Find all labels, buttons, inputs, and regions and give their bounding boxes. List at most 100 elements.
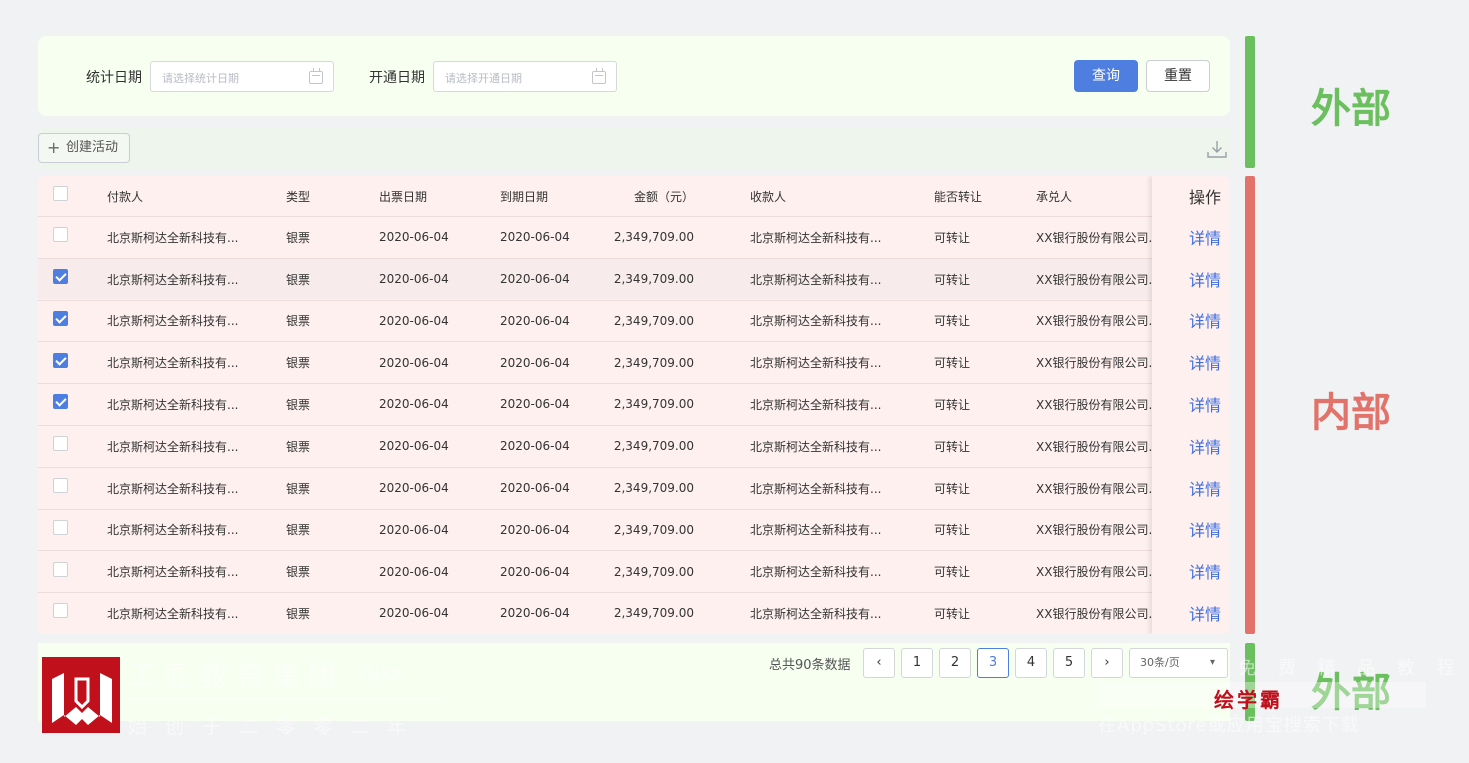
acceptor-cell: XX银行股份有限公司...: [1036, 439, 1160, 454]
issue-date-cell: 2020-06-04: [379, 313, 449, 328]
amount-cell: 2,349,709.00: [613, 230, 694, 245]
table-toolbar: + 创建活动: [38, 128, 1230, 170]
inner-region-bar: [1245, 176, 1255, 634]
type-cell: 银票: [286, 314, 311, 329]
page-button-2[interactable]: 2: [939, 648, 971, 678]
row-checkbox[interactable]: [53, 269, 68, 285]
due-date-cell: 2020-06-04: [500, 397, 570, 412]
acceptor-cell: XX银行股份有限公司...: [1036, 565, 1160, 580]
transferable-cell: 可转让: [934, 397, 971, 412]
row-checkbox[interactable]: [53, 561, 68, 577]
watermark-divider: [128, 698, 446, 700]
detail-link[interactable]: 详情: [1189, 467, 1221, 509]
payee-cell: 北京斯柯达全新科技有...: [750, 565, 882, 580]
table-row[interactable]: 北京斯柯达全新科技有... 银票 2020-06-04 2020-06-04 2,349…: [38, 383, 1230, 425]
transferable-cell: 可转让: [934, 230, 971, 245]
row-checkbox[interactable]: [53, 310, 68, 326]
table-row[interactable]: 北京斯柯达全新科技有... 银票 2020-06-04 2020-06-04 2,349…: [38, 550, 1230, 592]
create-activity-button[interactable]: + 创建活动: [38, 133, 130, 163]
transferable-cell: 可转让: [934, 356, 971, 371]
payee-cell: 北京斯柯达全新科技有...: [750, 606, 882, 621]
table-row[interactable]: 北京斯柯达全新科技有... 银票 2020-06-04 2020-06-04 2,349…: [38, 508, 1230, 551]
type-cell: 银票: [286, 606, 311, 621]
payee-cell: 北京斯柯达全新科技有...: [750, 314, 882, 329]
chevron-down-icon: ▾: [1209, 657, 1215, 668]
header-due-date: 到期日期: [500, 189, 549, 204]
detail-link[interactable]: 详情: [1189, 550, 1221, 592]
row-checkbox[interactable]: [53, 603, 68, 619]
table-row[interactable]: 北京斯柯达全新科技有... 银票 2020-06-04 2020-06-04 2,349…: [38, 257, 1230, 300]
acceptor-cell: XX银行股份有限公司...: [1036, 230, 1160, 245]
watermark-company-sub: GJXX: [360, 664, 404, 685]
detail-link[interactable]: 详情: [1189, 425, 1221, 467]
acceptor-cell: XX银行股份有限公司...: [1036, 481, 1160, 496]
select-all-checkbox[interactable]: [53, 186, 68, 201]
payer-cell: 北京斯柯达全新科技有...: [107, 565, 239, 580]
acceptor-cell: XX银行股份有限公司...: [1036, 314, 1160, 329]
transferable-cell: 可转让: [934, 606, 971, 621]
issue-date-cell: 2020-06-04: [379, 522, 449, 537]
page-button-4[interactable]: 4: [1015, 648, 1047, 678]
prev-page-button[interactable]: ‹: [863, 648, 895, 678]
due-date-cell: 2020-06-04: [500, 355, 570, 370]
detail-link[interactable]: 详情: [1189, 383, 1221, 425]
payee-cell: 北京斯柯达全新科技有...: [750, 397, 882, 412]
detail-link[interactable]: 详情: [1189, 509, 1221, 551]
download-icon[interactable]: [1206, 138, 1228, 160]
reset-button[interactable]: 重置: [1146, 60, 1210, 92]
calendar-icon: [309, 68, 323, 84]
stat-date-input[interactable]: 请选择统计日期: [150, 61, 334, 92]
page-button-5[interactable]: 5: [1053, 648, 1085, 678]
acceptor-cell: XX银行股份有限公司...: [1036, 356, 1160, 371]
payer-cell: 北京斯柯达全新科技有...: [107, 230, 239, 245]
payer-cell: 北京斯柯达全新科技有...: [107, 481, 239, 496]
stat-date-label: 统计日期: [86, 70, 142, 86]
due-date-cell: 2020-06-04: [500, 313, 570, 328]
logo-mark-icon: [52, 673, 112, 725]
due-date-cell: 2020-06-04: [500, 439, 570, 454]
detail-link[interactable]: 详情: [1189, 216, 1221, 258]
data-table: 付款人 类型 出票日期 到期日期 金额（元） 收款人 能否转让 承兑人 北京斯柯…: [38, 176, 1230, 634]
row-checkbox[interactable]: [53, 352, 68, 368]
watermark-download-hint: 在AppStore或应用宝搜索下载: [1098, 715, 1360, 736]
amount-cell: 2,349,709.00: [613, 564, 694, 579]
open-date-input[interactable]: 请选择开通日期: [433, 61, 617, 92]
outer-region-bar-top: [1245, 36, 1255, 168]
page-button-1[interactable]: 1: [901, 648, 933, 678]
transferable-cell: 可转让: [934, 272, 971, 287]
detail-link[interactable]: 详情: [1189, 300, 1221, 342]
table-row[interactable]: 北京斯柯达全新科技有... 银票 2020-06-04 2020-06-04 2,349…: [38, 299, 1230, 342]
row-checkbox[interactable]: [53, 519, 68, 535]
detail-link[interactable]: 详情: [1189, 592, 1221, 634]
row-checkbox[interactable]: [53, 227, 68, 243]
watermark-free-tutorial: 免 费 精 品 教 程: [1238, 658, 1463, 679]
header-transferable: 能否转让: [934, 189, 983, 204]
table-row[interactable]: 北京斯柯达全新科技有... 银票 2020-06-04 2020-06-04 2,349…: [38, 466, 1230, 509]
table-row[interactable]: 北京斯柯达全新科技有... 银票 2020-06-04 2020-06-04 2,349…: [38, 216, 1230, 258]
type-cell: 银票: [286, 523, 311, 538]
table-header: 付款人 类型 出票日期 到期日期 金额（元） 收款人 能否转让 承兑人: [38, 176, 1230, 216]
table-row[interactable]: 北京斯柯达全新科技有... 银票 2020-06-04 2020-06-04 2,349…: [38, 592, 1230, 634]
transferable-cell: 可转让: [934, 439, 971, 454]
query-button[interactable]: 查询: [1074, 60, 1138, 92]
page-button-3[interactable]: 3: [977, 648, 1009, 678]
amount-cell: 2,349,709.00: [613, 272, 694, 287]
page-size-value: 30条/页: [1140, 656, 1180, 669]
detail-link[interactable]: 详情: [1189, 341, 1221, 383]
row-checkbox[interactable]: [53, 394, 68, 410]
payee-cell: 北京斯柯达全新科技有...: [750, 230, 882, 245]
amount-cell: 2,349,709.00: [613, 313, 694, 328]
issue-date-cell: 2020-06-04: [379, 272, 449, 287]
row-checkbox[interactable]: [53, 436, 68, 452]
company-logo: [42, 657, 120, 733]
row-checkbox[interactable]: [53, 478, 68, 494]
issue-date-cell: 2020-06-04: [379, 439, 449, 454]
payer-cell: 北京斯柯达全新科技有...: [107, 439, 239, 454]
acceptor-cell: XX银行股份有限公司...: [1036, 523, 1160, 538]
page-size-select[interactable]: 30条/页 ▾: [1129, 648, 1228, 678]
next-page-button[interactable]: ›: [1091, 648, 1123, 678]
table-row[interactable]: 北京斯柯达全新科技有... 银票 2020-06-04 2020-06-04 2,349…: [38, 425, 1230, 467]
type-cell: 银票: [286, 397, 311, 412]
table-row[interactable]: 北京斯柯达全新科技有... 银票 2020-06-04 2020-06-04 2,349…: [38, 341, 1230, 383]
detail-link[interactable]: 详情: [1189, 258, 1221, 300]
